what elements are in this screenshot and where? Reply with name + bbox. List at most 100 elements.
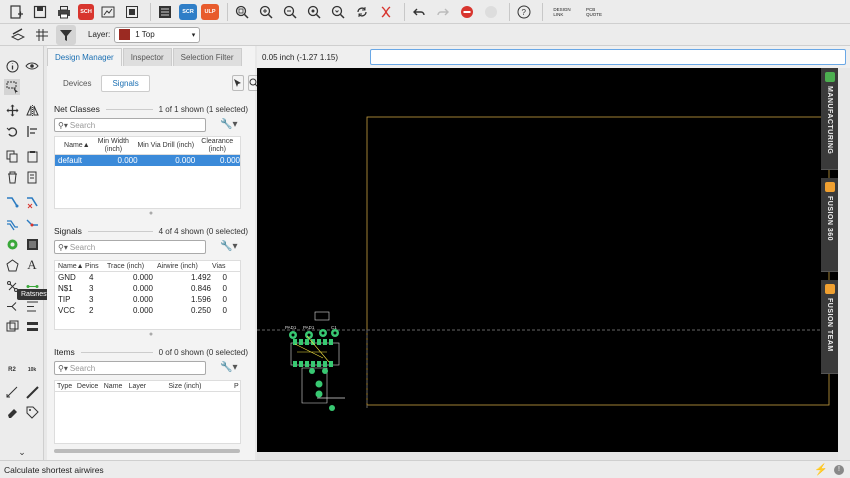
via-icon[interactable] — [4, 236, 20, 252]
undo-icon[interactable] — [409, 2, 429, 22]
col-size[interactable]: Size (inch) — [168, 383, 234, 390]
align-icon[interactable] — [24, 123, 40, 139]
route-icon[interactable] — [4, 194, 20, 210]
wrench-icon[interactable]: 🔧▾ — [220, 362, 237, 373]
col-min-via[interactable]: Min Via Drill (inch) — [137, 142, 194, 150]
col-vias[interactable]: Vias — [212, 263, 236, 270]
col-name[interactable]: Name▲ — [55, 263, 85, 270]
table-row[interactable]: GND 4 0.000 1.492 0 — [55, 272, 240, 283]
library-icon[interactable] — [155, 2, 175, 22]
mirror-icon[interactable] — [24, 102, 40, 118]
wrench-icon[interactable]: 🔧▾ — [220, 241, 237, 252]
resize-grip[interactable]: ● — [47, 331, 255, 338]
table-row[interactable]: VCC 2 0.000 0.250 0 — [55, 305, 240, 316]
col-pins[interactable]: Pins — [85, 263, 107, 270]
eye-icon[interactable] — [24, 58, 40, 74]
ulp-button[interactable]: ULP — [201, 3, 219, 20]
grid-icon[interactable] — [32, 25, 52, 45]
dimension-icon[interactable] — [4, 384, 20, 400]
lightning-icon[interactable]: ⚡ — [814, 463, 828, 476]
tab-fusion-team[interactable]: FUSION TEAM — [821, 280, 838, 374]
tag-icon[interactable] — [24, 404, 40, 420]
table-row[interactable]: N$1 3 0.000 0.846 0 — [55, 283, 240, 294]
design-link-button[interactable]: DESIGN LINK — [547, 2, 577, 22]
col-name[interactable]: Name▲ — [55, 142, 90, 150]
paste-icon[interactable] — [24, 148, 40, 164]
tab-inspector[interactable]: Inspector — [122, 48, 172, 66]
help-icon[interactable]: ? — [514, 2, 534, 22]
table-row[interactable]: TIP 3 0.000 1.596 0 — [55, 294, 240, 305]
zoom-out-icon[interactable] — [280, 2, 300, 22]
col-p[interactable]: P — [234, 383, 240, 390]
col-name[interactable]: Name — [104, 383, 129, 390]
col-clearance[interactable]: Clearance (inch) — [194, 138, 240, 154]
col-device[interactable]: Device — [77, 383, 104, 390]
autoroute-icon[interactable] — [24, 216, 40, 232]
zoom-in-icon[interactable] — [256, 2, 276, 22]
rotate-icon[interactable] — [4, 123, 20, 139]
info-icon[interactable] — [4, 58, 20, 74]
split-icon[interactable] — [4, 298, 20, 314]
value-icon[interactable]: 10k — [24, 362, 40, 378]
stop-icon[interactable] — [457, 2, 477, 22]
resize-grip[interactable]: ● — [47, 210, 255, 217]
panel-scrollbar[interactable] — [54, 449, 240, 453]
redraw-icon[interactable] — [352, 2, 372, 22]
move-icon[interactable] — [4, 102, 20, 118]
board-canvas[interactable]: PAD1 PAD1 C1 — [257, 68, 838, 452]
select-cursor-icon[interactable] — [231, 75, 244, 91]
drc-status-icon[interactable]: ! — [834, 464, 844, 475]
print-icon[interactable] — [54, 2, 74, 22]
zoom-select-icon[interactable] — [328, 2, 348, 22]
board-icon[interactable] — [122, 2, 142, 22]
expand-toolbar-icon[interactable]: ⌄ — [14, 444, 30, 460]
optimize-icon[interactable] — [24, 298, 40, 314]
tab-manufacturing[interactable]: MANUFACTURING — [821, 68, 838, 170]
subtab-signals[interactable]: Signals — [101, 74, 150, 92]
zoom-redraw-icon[interactable] — [304, 2, 324, 22]
layer-stack-icon[interactable] — [24, 318, 40, 334]
horizontal-scrollbar[interactable] — [257, 452, 838, 460]
zoom-fit-icon[interactable] — [232, 2, 252, 22]
ripup-icon[interactable] — [24, 194, 40, 210]
items-search-input[interactable]: ⚲▾ Search — [54, 361, 206, 375]
script-button[interactable]: SCR — [179, 3, 197, 20]
route-multi-icon[interactable] — [4, 216, 20, 232]
go-icon[interactable] — [481, 2, 501, 22]
redo-icon[interactable] — [433, 2, 453, 22]
tab-fusion-360[interactable]: FUSION 360 — [821, 178, 838, 272]
pcb-components[interactable]: PAD1 PAD1 C1 — [285, 311, 345, 411]
select-icon[interactable] — [4, 79, 20, 95]
col-layer[interactable]: Layer — [129, 383, 169, 390]
col-trace[interactable]: Trace (inch) — [107, 263, 157, 270]
measure-icon[interactable] — [24, 384, 40, 400]
r2-label-icon[interactable]: R2 — [4, 362, 20, 378]
layer-select[interactable]: 1 Top ▾ — [114, 26, 201, 43]
delete-icon[interactable] — [4, 169, 20, 185]
layers-icon[interactable] — [8, 25, 28, 45]
command-input[interactable] — [370, 49, 846, 65]
col-min-width[interactable]: Min Width (inch) — [90, 138, 137, 154]
pcb-quote-button[interactable]: PCB QUOTE — [581, 2, 607, 22]
subtab-devices[interactable]: Devices — [53, 76, 101, 91]
copy-icon[interactable] — [4, 148, 20, 164]
cam-processor-icon[interactable] — [98, 2, 118, 22]
net-classes-search-input[interactable]: ⚲▾ Search — [54, 118, 206, 132]
add-part-icon[interactable] — [24, 169, 40, 185]
ratsnest-icon[interactable] — [376, 2, 396, 22]
filter-icon[interactable] — [56, 24, 76, 45]
wrench-icon[interactable]: 🔧▾ — [220, 119, 237, 130]
col-type[interactable]: Type — [55, 383, 77, 390]
group-icon[interactable] — [4, 318, 20, 334]
text-icon[interactable]: A — [24, 257, 40, 273]
table-row[interactable]: default 0.000 0.000 0.000 — [55, 155, 240, 166]
schematic-button[interactable]: SCH — [78, 3, 94, 20]
tab-design-manager[interactable]: Design Manager — [47, 48, 122, 66]
save-icon[interactable] — [30, 2, 50, 22]
eraser-icon[interactable] — [4, 404, 20, 420]
tab-selection-filter[interactable]: Selection Filter — [172, 48, 242, 66]
polygon-icon[interactable] — [24, 236, 40, 252]
col-airwire[interactable]: Airwire (inch) — [157, 263, 212, 270]
new-file-icon[interactable] — [6, 2, 26, 22]
polygon-outline-icon[interactable] — [4, 257, 20, 273]
